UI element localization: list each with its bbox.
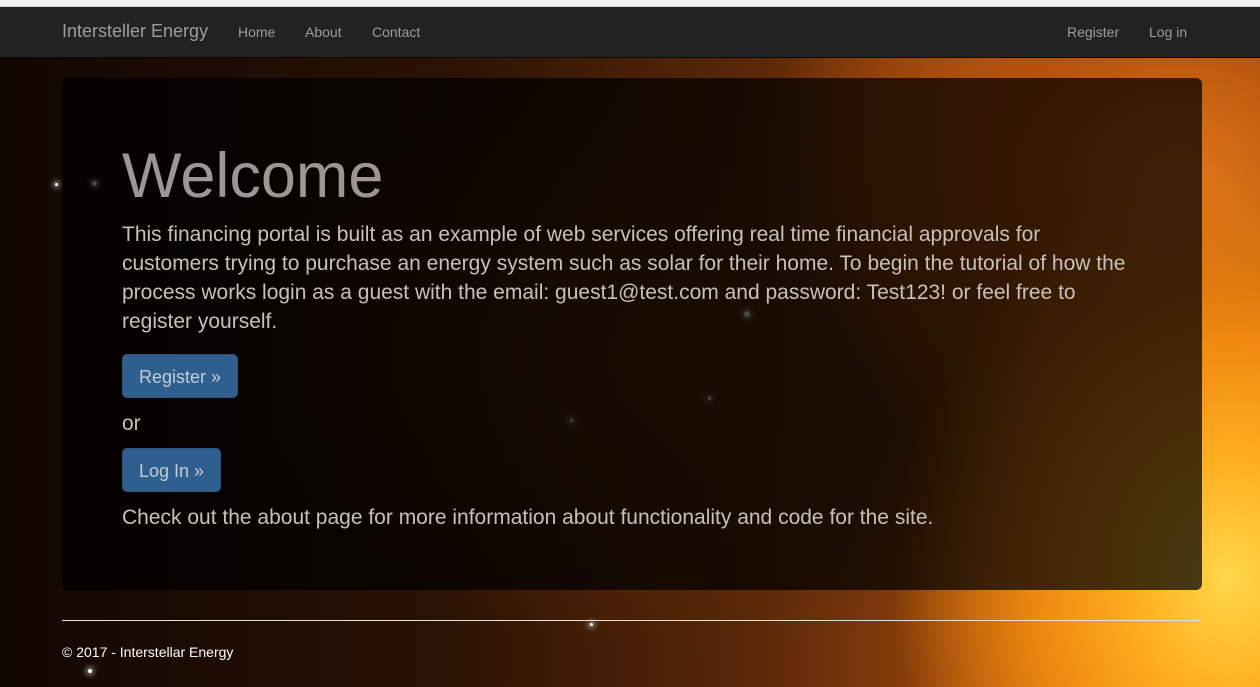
nav-register-link[interactable]: Register (1067, 24, 1119, 40)
nav-contact-link[interactable]: Contact (372, 24, 420, 40)
nav-home-link[interactable]: Home (238, 24, 275, 40)
top-navbar: Intersteller Energy Home About Contact R… (0, 7, 1260, 58)
login-button[interactable]: Log In » (122, 448, 222, 492)
welcome-heading: Welcome (122, 141, 384, 211)
nav-login-link[interactable]: Log in (1149, 24, 1187, 40)
or-text: or (122, 412, 141, 435)
intro-paragraph: This financing portal is built as an exa… (122, 223, 1126, 333)
nav-about-link[interactable]: About (305, 24, 342, 40)
register-button[interactable]: Register » (122, 354, 239, 398)
navbar-brand[interactable]: Intersteller Energy (62, 21, 208, 42)
footer-copyright: © 2017 - Interstellar Energy (62, 644, 234, 660)
star (590, 623, 593, 626)
browser-chrome-strip (0, 0, 1260, 7)
welcome-panel: Welcome This financing portal is built a… (62, 78, 1202, 590)
star (55, 183, 58, 186)
star (88, 669, 92, 673)
footer-divider (62, 620, 1202, 621)
about-info-text: Check out the about page for more inform… (122, 506, 934, 529)
